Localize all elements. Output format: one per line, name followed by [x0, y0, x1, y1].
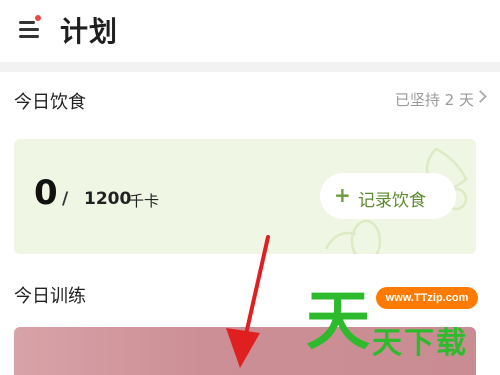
menu-bar	[19, 35, 39, 38]
watermark-name: 天下载	[372, 326, 468, 361]
diet-card[interactable]: 0 / 1200 千卡 + 记录饮食	[14, 139, 476, 254]
streak-link[interactable]: 已坚持 2 天	[395, 89, 474, 110]
menu-bar	[19, 21, 35, 24]
app-header: 计划	[0, 0, 500, 62]
calories-current: 0	[34, 173, 58, 213]
menu-bar	[19, 28, 39, 31]
watermark-logo: 天 www.TTzip.com 天下载	[300, 276, 500, 375]
calories-goal: 1200	[84, 189, 132, 209]
calories-separator: /	[62, 189, 69, 209]
menu-icon[interactable]	[17, 15, 43, 41]
plus-icon: +	[334, 183, 351, 207]
calories-unit: 千卡	[129, 192, 160, 210]
diet-section-title: 今日饮食	[14, 92, 86, 113]
notification-dot	[35, 15, 41, 21]
divider	[0, 62, 500, 72]
log-diet-label: 记录饮食	[358, 191, 426, 211]
log-diet-button[interactable]: + 记录饮食	[320, 173, 456, 219]
watermark-char: 天	[306, 284, 370, 359]
watermark-url: www.TTzip.com	[376, 287, 478, 309]
page-title: 计划	[60, 15, 119, 48]
training-section-title: 今日训练	[14, 286, 86, 307]
